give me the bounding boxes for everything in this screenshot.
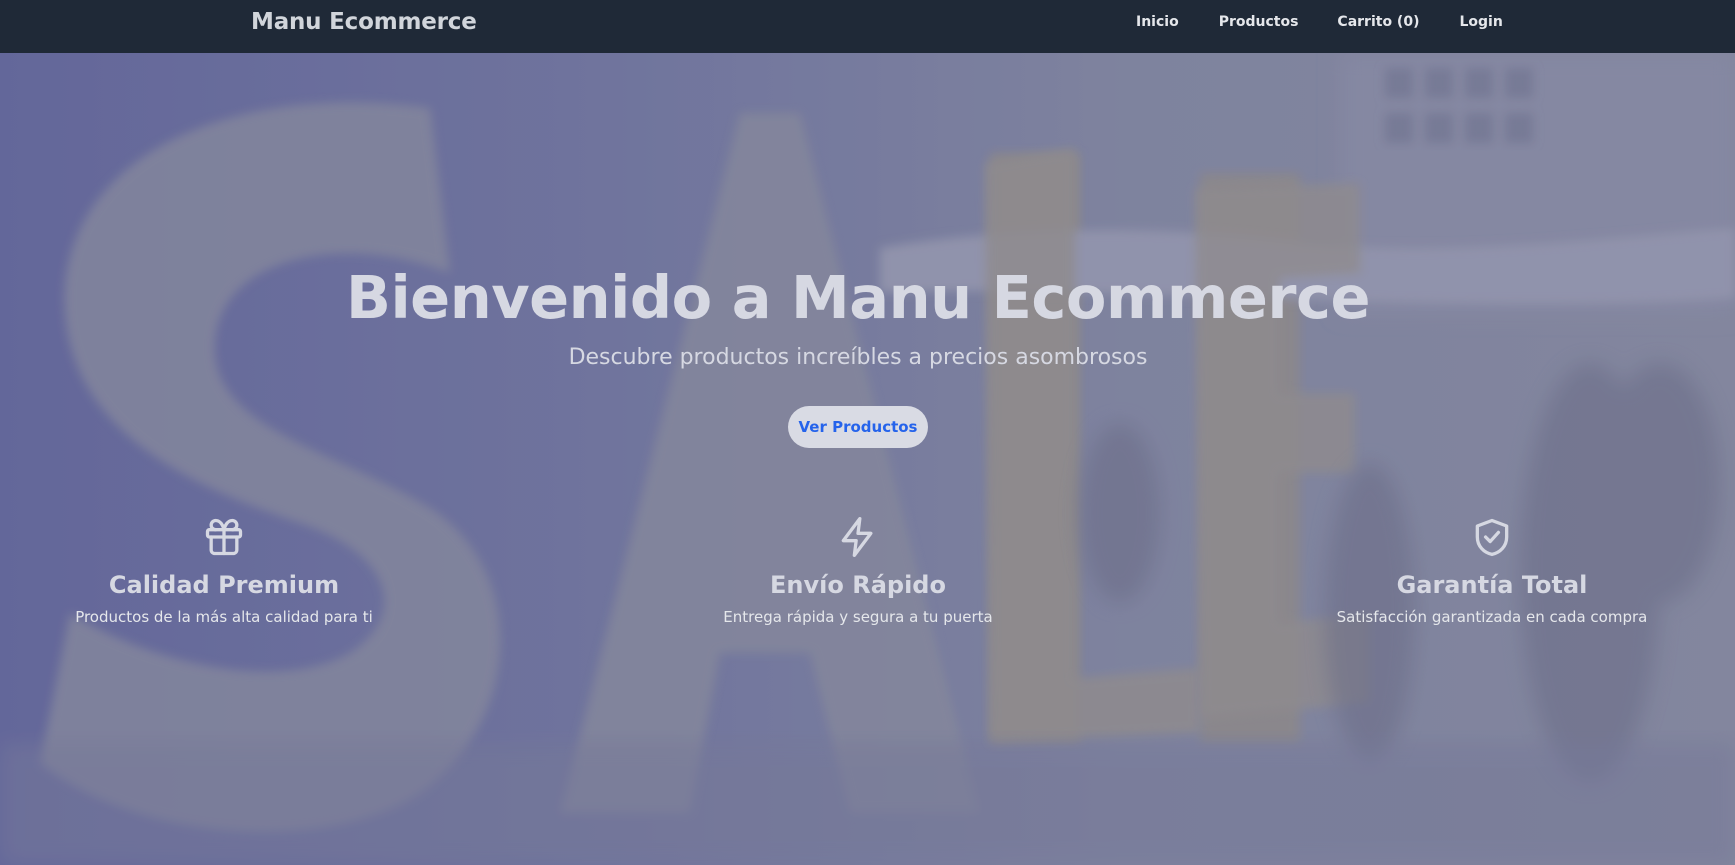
hero-title: Bienvenido a Manu Ecommerce	[345, 263, 1371, 332]
feature-calidad-premium: Calidad Premium Productos de la más alta…	[24, 515, 424, 626]
feature-description: Satisfacción garantizada en cada compra	[1336, 608, 1648, 626]
feature-title: Envío Rápido	[770, 571, 946, 599]
hero-subtitle: Descubre productos increíbles a precios …	[568, 345, 1148, 370]
lightning-icon	[841, 517, 873, 557]
hero-background	[0, 53, 1735, 865]
gift-icon	[205, 518, 243, 556]
shield-check-icon	[1475, 518, 1509, 557]
navbar: Manu Ecommerce Inicio Productos Carrito …	[0, 0, 1735, 53]
brand-logo[interactable]: Manu Ecommerce	[251, 9, 477, 35]
feature-title: Garantía Total	[1396, 571, 1588, 599]
nav-link-inicio[interactable]: Inicio	[1136, 14, 1179, 30]
nav-link-carrito[interactable]: Carrito (0)	[1337, 14, 1419, 30]
feature-description: Entrega rápida y segura a tu puerta	[723, 608, 993, 626]
nav-links: Inicio Productos Carrito (0) Login	[1136, 14, 1503, 30]
page: Manu Ecommerce Inicio Productos Carrito …	[0, 0, 1735, 865]
nav-link-productos[interactable]: Productos	[1219, 14, 1299, 30]
ver-productos-button[interactable]: Ver Productos	[788, 406, 928, 448]
nav-link-login[interactable]: Login	[1459, 14, 1502, 30]
feature-title: Calidad Premium	[108, 571, 340, 599]
feature-envio-rapido: Envío Rápido Entrega rápida y segura a t…	[658, 515, 1058, 626]
feature-description: Productos de la más alta calidad para ti	[75, 608, 373, 626]
feature-garantia-total: Garantía Total Satisfacción garantizada …	[1292, 515, 1692, 626]
hero-overlay	[0, 53, 1735, 865]
